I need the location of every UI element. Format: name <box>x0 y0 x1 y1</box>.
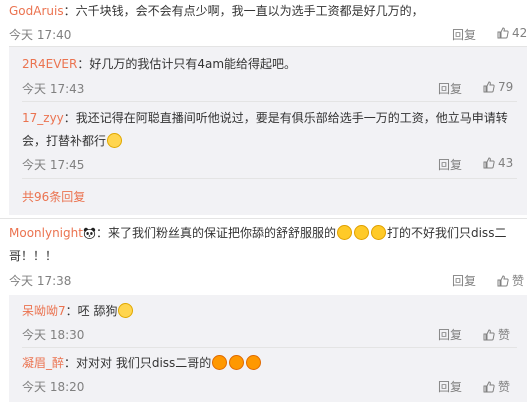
colon: ： <box>95 226 108 240</box>
reply-meta: 今天 17:45 回复 43 <box>22 156 527 172</box>
thumbs-up-icon <box>483 329 495 341</box>
like-button[interactable]: 赞 <box>483 378 510 395</box>
comment-moonlynight: Moonlynight ：来了我们粉丝真的保证把你舔的舒舒服服的 打的不好我们只di… <box>0 219 527 402</box>
reply-button[interactable]: 回复 <box>438 156 462 173</box>
username-link[interactable]: 呆呦呦7 <box>22 304 66 318</box>
username-link[interactable]: 凝眉_醉 <box>22 356 64 370</box>
thumbs-up-icon <box>483 81 495 93</box>
comment-text: 六千块钱，会不会有点少啊，我一直以为选手工资都是好几万的， <box>75 4 424 18</box>
reply-text: 好几万的我估计只有4am能给得起吧。 <box>89 57 297 71</box>
reply-text: 对对对 我们只diss二哥的 <box>76 356 212 370</box>
divider <box>22 347 517 348</box>
thumbs-up-icon <box>497 275 509 287</box>
reply-button[interactable]: 回复 <box>438 326 462 343</box>
laughing-face-emoji <box>229 355 245 370</box>
colon: ： <box>63 111 76 125</box>
comment-godaruis: GodAruis：六千块钱，会不会有点少啊，我一直以为选手工资都是好几万的， 今… <box>0 0 527 215</box>
reply-text-line1: 我还记得在阿聪直播间听他说过，要是有俱乐部给选手一万的工资，他立马申请转 <box>75 111 508 125</box>
thumbs-up-icon <box>483 157 495 169</box>
panda-icon <box>83 227 96 239</box>
comment-body: GodAruis：六千块钱，会不会有点少啊，我一直以为选手工资都是好几万的， <box>9 0 517 23</box>
thumbs-up-icon <box>483 381 495 393</box>
comment-meta: 今天 17:40 回复 42 <box>9 26 527 42</box>
like-button[interactable]: 79 <box>483 80 513 94</box>
username-link[interactable]: 2R4EVER <box>22 57 77 71</box>
colon: ： <box>64 356 77 370</box>
divider <box>22 178 517 179</box>
timestamp: 今天 17:38 <box>9 274 72 288</box>
timestamp: 今天 17:45 <box>22 158 85 172</box>
reply-button[interactable]: 回复 <box>438 80 462 97</box>
timestamp: 今天 18:20 <box>22 380 85 394</box>
reply-button[interactable]: 回复 <box>452 272 476 289</box>
reply-item: 凝眉_醉：对对对 我们只diss二哥的 <box>22 352 517 375</box>
laughing-face-emoji <box>246 355 262 370</box>
cat-face-emoji <box>118 303 134 318</box>
comment-meta: 今天 17:38 回复 赞 <box>9 272 527 288</box>
like-count: 43 <box>498 156 514 170</box>
reply-text-line2: 会，打替补都行 <box>22 134 107 148</box>
crying-face-emoji <box>353 225 369 240</box>
like-count: 42 <box>512 26 527 40</box>
comment-text-part2: 打的不好我们只diss二 <box>386 226 507 240</box>
like-label: 赞 <box>498 328 511 342</box>
reply-button[interactable]: 回复 <box>452 26 476 43</box>
crying-face-emoji <box>336 225 352 240</box>
cat-face-emoji <box>107 133 123 148</box>
username-link[interactable]: 17_zyy <box>22 111 64 125</box>
colon: ： <box>65 304 78 318</box>
like-button[interactable]: 赞 <box>497 272 524 289</box>
reply-text: 呸 舔狗 <box>77 304 118 318</box>
timestamp: 今天 18:30 <box>22 328 85 342</box>
reply-meta: 今天 18:20 回复 赞 <box>22 378 527 394</box>
colon: ： <box>63 4 76 18</box>
like-button[interactable]: 42 <box>497 26 527 40</box>
reply-item: 呆呦呦7：呸 舔狗 <box>22 300 517 323</box>
like-button[interactable]: 43 <box>483 156 513 170</box>
reply-item: 17_zyy：我还记得在阿聪直播间听他说过，要是有俱乐部给选手一万的工资，他立马… <box>22 107 517 153</box>
comment-body: Moonlynight ：来了我们粉丝真的保证把你舔的舒舒服服的 打的不好我们只di… <box>9 222 517 268</box>
timestamp: 今天 17:40 <box>9 28 72 42</box>
like-label: 赞 <box>498 380 511 394</box>
colon: ： <box>77 57 90 71</box>
laughing-face-emoji <box>212 355 228 370</box>
divider <box>22 101 517 102</box>
like-count: 79 <box>498 80 514 94</box>
username-link[interactable]: GodAruis <box>9 4 64 18</box>
like-button[interactable]: 赞 <box>483 326 510 343</box>
like-label: 赞 <box>512 274 525 288</box>
reply-meta: 今天 17:43 回复 79 <box>22 80 527 96</box>
comment-text-part1: 来了我们粉丝真的保证把你舔的舒舒服服的 <box>107 226 336 240</box>
reply-item: 2R4EVER：好几万的我估计只有4am能给得起吧。 <box>22 53 517 76</box>
reply-button[interactable]: 回复 <box>438 378 462 395</box>
more-replies-link[interactable]: 共96条回复 <box>22 188 85 205</box>
thumbs-up-icon <box>497 27 509 39</box>
reply-meta: 今天 18:30 回复 赞 <box>22 326 527 342</box>
timestamp: 今天 17:43 <box>22 82 85 96</box>
username-link[interactable]: Moonlynight <box>9 226 83 240</box>
comment-text-line2: 哥！！！ <box>9 249 58 263</box>
crying-face-emoji <box>370 225 386 240</box>
